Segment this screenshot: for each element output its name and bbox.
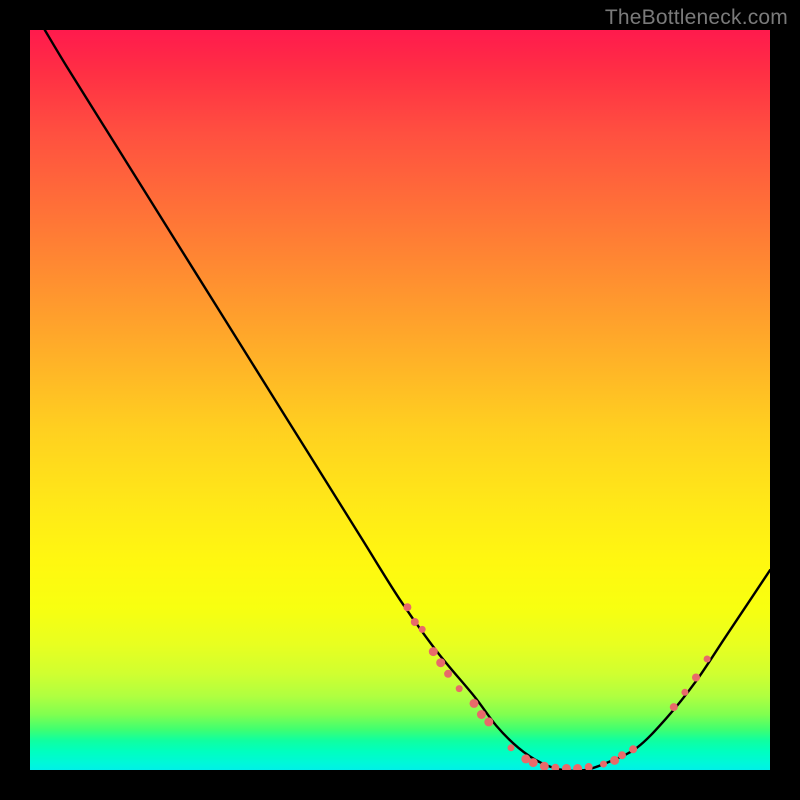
plot-area: [30, 30, 770, 770]
watermark-text: TheBottleneck.com: [605, 6, 788, 30]
chart-container: TheBottleneck.com: [0, 0, 800, 800]
